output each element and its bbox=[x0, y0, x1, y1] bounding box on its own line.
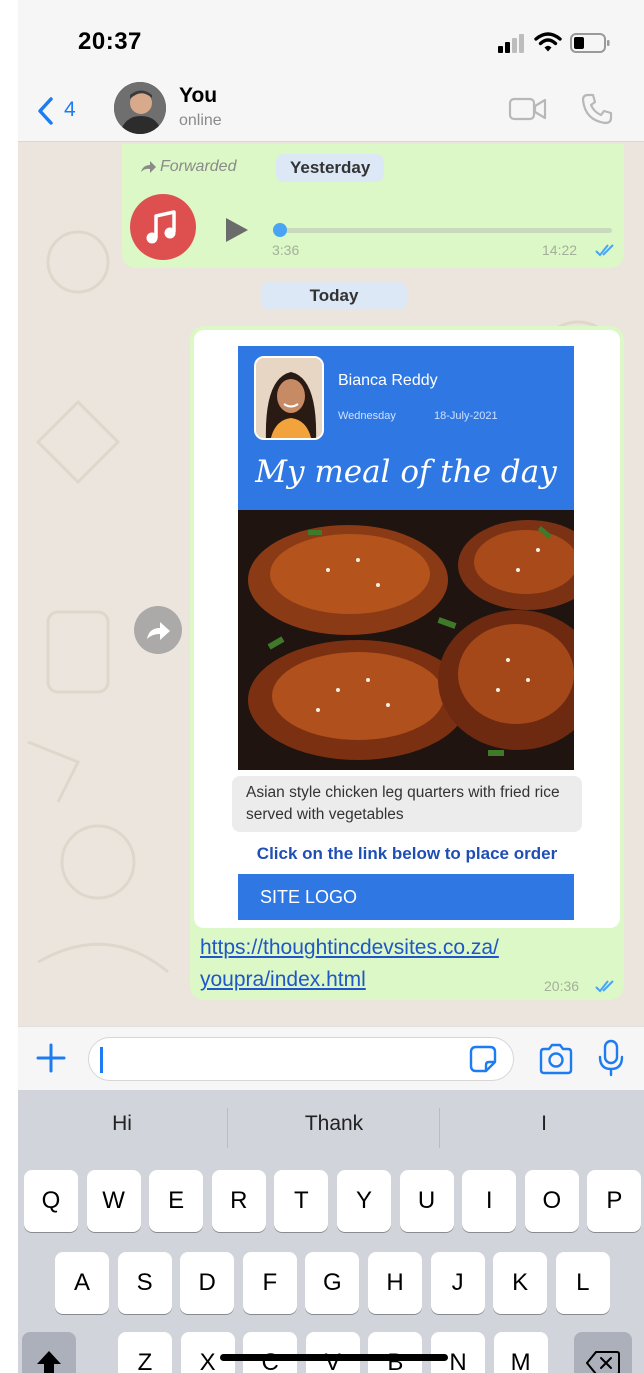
key-z[interactable]: Z bbox=[118, 1332, 172, 1373]
unread-count: 4 bbox=[64, 98, 76, 121]
suggestion-item[interactable]: I bbox=[444, 1112, 644, 1136]
double-check-icon bbox=[595, 980, 614, 993]
wifi-icon bbox=[534, 32, 562, 52]
key-v[interactable]: V bbox=[305, 1332, 360, 1373]
key-m[interactable]: M bbox=[493, 1332, 548, 1373]
video-camera-icon[interactable] bbox=[508, 94, 548, 124]
key-i[interactable]: I bbox=[462, 1170, 517, 1232]
shift-key[interactable] bbox=[22, 1332, 76, 1373]
key-n[interactable]: N bbox=[431, 1332, 485, 1373]
site-logo: SITE LOGO bbox=[238, 874, 574, 920]
back-button[interactable]: 4 bbox=[32, 92, 102, 128]
chat-header: 4 You online bbox=[18, 78, 644, 142]
chicken-photo bbox=[238, 510, 574, 770]
card-header: Bianca Reddy Wednesday 18-July-2021 My m… bbox=[238, 346, 574, 510]
key-w[interactable]: W bbox=[86, 1170, 141, 1232]
order-link-line-2[interactable]: youpra/index.html bbox=[200, 964, 600, 996]
avatar-image bbox=[114, 82, 166, 134]
key-d[interactable]: D bbox=[180, 1252, 235, 1314]
forwarded-label: Forwarded bbox=[140, 158, 236, 176]
signal-icon bbox=[498, 34, 524, 53]
profile-photo bbox=[254, 356, 324, 440]
key-e[interactable]: E bbox=[149, 1170, 204, 1232]
battery-icon bbox=[570, 33, 610, 53]
card-day: Wednesday bbox=[338, 410, 396, 422]
play-icon[interactable] bbox=[224, 216, 250, 244]
shift-icon bbox=[37, 1351, 61, 1373]
card-call-to-action: Click on the link below to place order bbox=[256, 844, 558, 863]
contact-status: online bbox=[179, 112, 222, 129]
order-link[interactable]: https://thoughtincdevsites.co.za/ youpra… bbox=[200, 932, 600, 996]
key-b[interactable]: B bbox=[368, 1332, 423, 1373]
key-j[interactable]: J bbox=[430, 1252, 485, 1314]
meal-card-image[interactable]: Bianca Reddy Wednesday 18-July-2021 My m… bbox=[194, 330, 620, 928]
audio-message-bubble[interactable]: Forwarded Yesterday 3:36 14:22 bbox=[122, 144, 624, 268]
key-t[interactable]: T bbox=[274, 1170, 329, 1232]
date-divider-today: Today bbox=[261, 282, 407, 310]
whatsapp-screen: 20:37 4 You online Forwarded Yesterday 3… bbox=[18, 0, 644, 1373]
chevron-left-icon bbox=[38, 97, 53, 125]
forward-arrow-icon bbox=[141, 161, 156, 173]
key-o[interactable]: O bbox=[524, 1170, 579, 1232]
key-q[interactable]: Q bbox=[24, 1170, 78, 1232]
audio-duration: 3:36 bbox=[272, 242, 300, 258]
card-person-name: Bianca Reddy bbox=[338, 372, 438, 389]
key-y[interactable]: Y bbox=[337, 1170, 391, 1232]
chat-area[interactable]: Forwarded Yesterday 3:36 14:22 Today Bia… bbox=[18, 142, 644, 1026]
suggestion-divider bbox=[439, 1108, 440, 1148]
camera-icon[interactable] bbox=[538, 1041, 574, 1077]
audio-progress-track[interactable] bbox=[274, 228, 612, 233]
status-bar: 20:37 bbox=[18, 0, 644, 78]
audio-progress-knob[interactable] bbox=[273, 223, 288, 237]
suggestion-item[interactable]: Hi bbox=[22, 1112, 222, 1136]
key-k[interactable]: K bbox=[493, 1252, 548, 1314]
delete-key[interactable] bbox=[574, 1332, 632, 1373]
microphone-icon[interactable] bbox=[598, 1039, 624, 1077]
key-s[interactable]: S bbox=[117, 1252, 172, 1314]
card-title: My meal of the day bbox=[255, 454, 557, 490]
sticker-icon[interactable] bbox=[468, 1044, 498, 1074]
double-check-icon bbox=[595, 244, 614, 257]
key-c[interactable]: C bbox=[243, 1332, 298, 1373]
key-g[interactable]: G bbox=[305, 1252, 360, 1314]
key-a[interactable]: A bbox=[55, 1252, 109, 1314]
avatar[interactable] bbox=[114, 82, 166, 134]
suggestion-bar: Hi Thank I bbox=[18, 1090, 644, 1166]
text-caret bbox=[100, 1047, 103, 1073]
contact-name[interactable]: You bbox=[179, 84, 217, 108]
order-link-line-1[interactable]: https://thoughtincdevsites.co.za/ bbox=[200, 932, 600, 964]
message-input-bar bbox=[18, 1026, 644, 1090]
message-input[interactable] bbox=[88, 1037, 514, 1081]
key-x[interactable]: X bbox=[180, 1332, 235, 1373]
home-indicator bbox=[220, 1354, 448, 1361]
key-u[interactable]: U bbox=[399, 1170, 454, 1232]
key-r[interactable]: R bbox=[211, 1170, 266, 1232]
backspace-icon bbox=[585, 1351, 620, 1373]
card-date: 18-July-2021 bbox=[434, 410, 498, 422]
message-time: 20:36 bbox=[544, 978, 580, 994]
card-description: Asian style chicken leg quarters with fr… bbox=[232, 776, 582, 832]
key-f[interactable]: F bbox=[242, 1252, 297, 1314]
music-note-icon bbox=[130, 194, 196, 260]
phone-icon[interactable] bbox=[580, 92, 614, 126]
suggestion-item[interactable]: Thank bbox=[234, 1112, 434, 1136]
date-chip-yesterday: Yesterday bbox=[276, 154, 385, 182]
suggestion-divider bbox=[227, 1108, 228, 1148]
share-icon[interactable] bbox=[134, 606, 182, 654]
plus-icon[interactable] bbox=[34, 1041, 68, 1075]
status-time: 20:37 bbox=[78, 28, 142, 55]
key-l[interactable]: L bbox=[555, 1252, 610, 1314]
message-time: 14:22 bbox=[542, 242, 578, 258]
key-p[interactable]: P bbox=[587, 1170, 642, 1232]
image-message-bubble[interactable]: Bianca Reddy Wednesday 18-July-2021 My m… bbox=[190, 326, 624, 1000]
keyboard: Hi Thank I QWERTYUIOP ASDFGHJKL ZXCVBNM bbox=[18, 1090, 644, 1373]
key-h[interactable]: H bbox=[368, 1252, 422, 1314]
